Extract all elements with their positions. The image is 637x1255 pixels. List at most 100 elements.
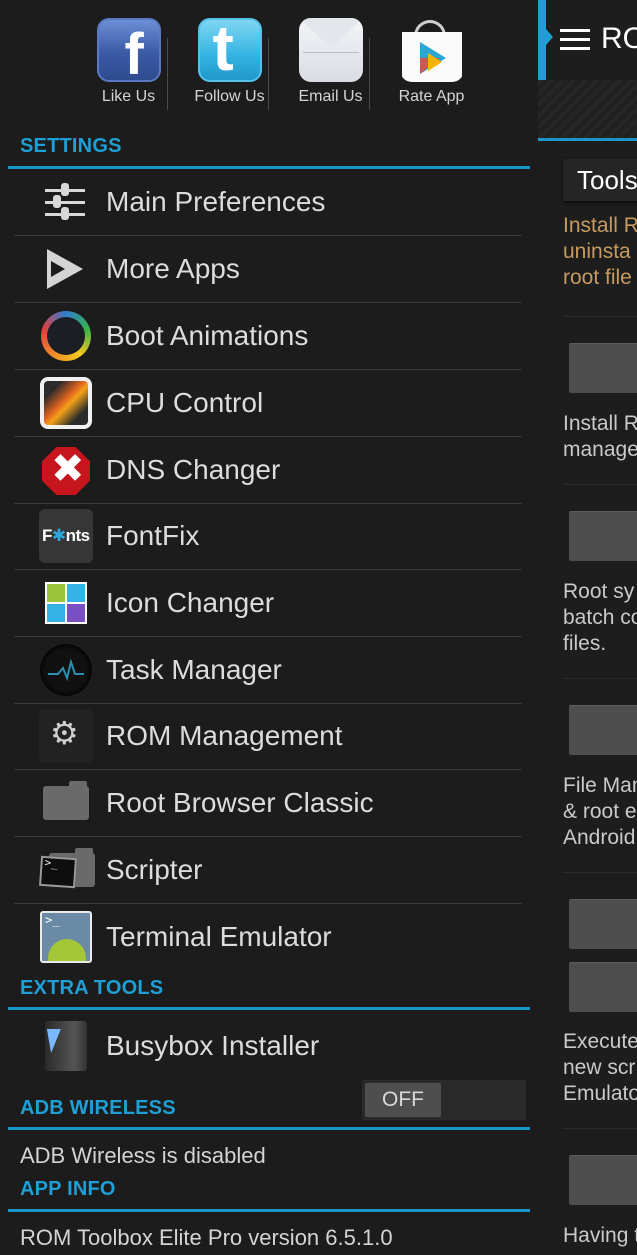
tab-indicator [538, 138, 637, 141]
desc-line: manage [563, 438, 637, 461]
menu-item-label: Main Preferences [106, 186, 326, 217]
script-terminal-icon: >_ [38, 843, 95, 897]
boot-ring-icon [39, 309, 93, 363]
navigation-drawer: f Like Us t Follow Us Email Us Rate App … [0, 0, 538, 1255]
menu-item-label: ROM Management [106, 720, 343, 751]
drawer-indicator [538, 0, 546, 80]
menu-icon[interactable] [560, 29, 590, 51]
email-us-label: Email Us [298, 88, 363, 105]
divider [563, 484, 637, 485]
divider [563, 678, 637, 679]
desc-line: Root sy [563, 580, 635, 603]
menu-item-label: Busybox Installer [106, 1029, 320, 1061]
desc-line: Install R [563, 412, 637, 435]
tool-button[interactable] [569, 343, 637, 393]
tool-description: Install R manage [563, 411, 637, 463]
busybox-cursor-icon [39, 1019, 93, 1073]
rom-gear-icon: ⚙ [39, 709, 93, 763]
menu-item-label: Task Manager [106, 654, 282, 685]
desc-line: Android [563, 826, 636, 849]
desc-line: files. [563, 632, 607, 655]
tool-button[interactable] [569, 962, 637, 1012]
desc-line: Install R [563, 214, 637, 237]
facebook-icon: f [96, 18, 161, 82]
tab-tools[interactable]: Tools [563, 159, 637, 201]
like-us-label: Like Us [101, 88, 156, 105]
divider [268, 38, 269, 110]
menu-item-label: FontFix [106, 520, 200, 551]
terminal-android-icon: >_ [39, 910, 93, 964]
like-us-button[interactable]: f Like Us [78, 18, 179, 110]
menu-item-label: Boot Animations [106, 320, 309, 351]
desc-line: uninsta [563, 240, 631, 263]
root-folder-icon [39, 776, 93, 830]
menu-item-label: Scripter [106, 854, 203, 885]
menu-item-label: Icon Changer [106, 587, 275, 618]
email-icon [298, 18, 363, 82]
tool-button[interactable] [569, 1155, 637, 1205]
menu-item-label: DNS Changer [106, 454, 281, 485]
fonts-icon: F✱nts [39, 509, 93, 563]
menu-item-boot-animations[interactable]: Boot Animations [14, 303, 522, 370]
menu-item-icon-changer[interactable]: Icon Changer [14, 570, 522, 637]
section-divider [8, 1127, 530, 1130]
social-bar: f Like Us t Follow Us Email Us Rate App [78, 18, 482, 110]
app-title: RO [601, 22, 637, 55]
adb-wireless-toggle[interactable]: OFF [362, 1080, 526, 1120]
section-divider [8, 1209, 530, 1212]
section-title-adb-wireless: ADB WIRELESS [20, 1097, 176, 1119]
tool-description: Execute new scr Emulato [563, 1029, 637, 1107]
menu-item-cpu-control[interactable]: CPU Control [14, 370, 522, 437]
section-title-app-info: APP INFO [20, 1178, 116, 1200]
divider [563, 316, 637, 317]
tab-strip [538, 80, 637, 138]
follow-us-button[interactable]: t Follow Us [179, 18, 280, 110]
desc-line: batch co [563, 606, 637, 629]
play-icon [39, 242, 93, 296]
android-grid-icon [39, 576, 93, 630]
play-store-icon [400, 18, 464, 82]
cpu-chip-icon [39, 376, 93, 430]
desc-line: root file [563, 266, 632, 289]
tool-description: File Man & root e Android [563, 773, 637, 851]
desc-line: Execute [563, 1030, 637, 1053]
menu-item-more-apps[interactable]: More Apps [14, 236, 522, 303]
section-title-settings: SETTINGS [20, 135, 122, 157]
menu-item-fontfix[interactable]: F✱nts FontFix [14, 503, 522, 570]
menu-item-scripter[interactable]: >_ Scripter [14, 837, 522, 904]
tool-description: Install R uninsta root file [563, 213, 637, 291]
section-divider [8, 1007, 530, 1010]
screen: f Like Us t Follow Us Email Us Rate App … [0, 0, 637, 1255]
menu-item-root-browser-classic[interactable]: Root Browser Classic [14, 770, 522, 837]
stop-x-icon: ✖ [39, 443, 93, 497]
desc-line: new scr [563, 1056, 636, 1079]
tool-button[interactable] [569, 511, 637, 561]
menu-item-label: More Apps [106, 253, 240, 284]
menu-item-rom-management[interactable]: ⚙ ROM Management [14, 703, 522, 770]
pulse-icon [39, 643, 93, 697]
rate-app-label: Rate App [398, 88, 465, 105]
desc-line: File Man [563, 774, 637, 797]
menu-item-main-preferences[interactable]: Main Preferences [14, 169, 522, 236]
adb-wireless-status: ADB Wireless is disabled [20, 1143, 266, 1168]
section-title-extra-tools: EXTRA TOOLS [20, 977, 164, 999]
tool-description: Root sy batch co files. [563, 579, 637, 657]
drawer-indicator-notch [546, 29, 553, 45]
email-us-button[interactable]: Email Us [280, 18, 381, 110]
tool-button[interactable] [569, 899, 637, 949]
menu-item-terminal-emulator[interactable]: >_ Terminal Emulator [14, 903, 522, 970]
menu-item-dns-changer[interactable]: ✖ DNS Changer [14, 437, 522, 504]
divider [369, 38, 370, 110]
toggle-thumb: OFF [365, 1083, 441, 1117]
follow-us-label: Follow Us [194, 88, 265, 105]
menu-item-task-manager[interactable]: Task Manager [14, 637, 522, 704]
menu-item-busybox-installer[interactable]: Busybox Installer [14, 1012, 522, 1079]
divider [167, 38, 168, 110]
sliders-icon [39, 175, 93, 229]
tool-button[interactable] [569, 705, 637, 755]
app-version-text: ROM Toolbox Elite Pro version 6.5.1.0 [20, 1225, 393, 1250]
divider [563, 1128, 637, 1129]
divider [563, 872, 637, 873]
tool-description: Having t [563, 1223, 637, 1249]
rate-app-button[interactable]: Rate App [381, 18, 482, 110]
